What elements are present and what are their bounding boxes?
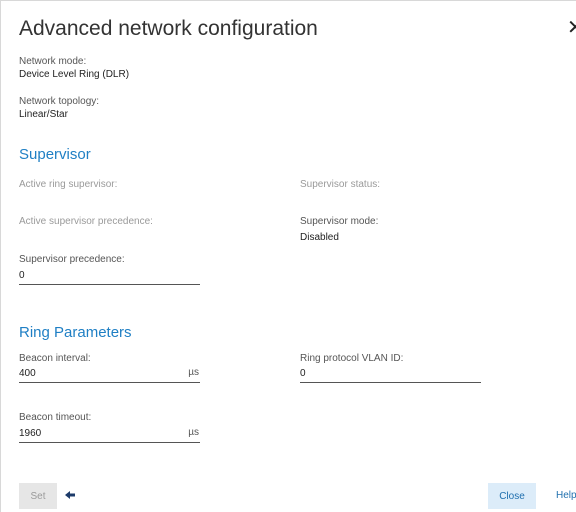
- network-topology-value: Linear/Star: [19, 109, 68, 120]
- arrow-left-icon[interactable]: [64, 488, 76, 500]
- beacon-timeout-label: Beacon timeout:: [19, 412, 92, 423]
- supervisor-status-label: Supervisor status:: [300, 179, 381, 190]
- beacon-timeout-field[interactable]: µs: [19, 425, 200, 443]
- active-ring-supervisor-label: Active ring supervisor:: [19, 179, 118, 190]
- ring-parameters-heading: Ring Parameters: [19, 324, 132, 341]
- active-supervisor-precedence-label: Active supervisor precedence:: [19, 216, 153, 227]
- beacon-timeout-input[interactable]: [19, 425, 169, 441]
- beacon-interval-field[interactable]: µs: [19, 365, 200, 383]
- set-button[interactable]: Set: [19, 483, 57, 509]
- advanced-network-dialog: Advanced network configuration ✕ Network…: [0, 0, 576, 512]
- network-mode-label: Network mode:: [19, 56, 87, 67]
- supervisor-precedence-label: Supervisor precedence:: [19, 254, 125, 265]
- network-topology-label: Network topology:: [19, 96, 100, 107]
- ring-vlan-id-input[interactable]: [300, 365, 450, 381]
- ring-vlan-id-label: Ring protocol VLAN ID:: [300, 353, 404, 364]
- supervisor-mode-label: Supervisor mode:: [300, 216, 379, 227]
- close-icon[interactable]: ✕: [567, 18, 576, 38]
- beacon-interval-unit: µs: [188, 367, 199, 378]
- dialog-title: Advanced network configuration: [19, 17, 318, 40]
- help-link[interactable]: Help: [556, 483, 576, 509]
- close-button[interactable]: Close: [488, 483, 536, 509]
- ring-vlan-id-field[interactable]: [300, 365, 481, 383]
- supervisor-heading: Supervisor: [19, 146, 91, 163]
- beacon-interval-input[interactable]: [19, 365, 169, 381]
- beacon-timeout-unit: µs: [188, 427, 199, 438]
- supervisor-precedence-field[interactable]: [19, 267, 200, 285]
- supervisor-mode-value: Disabled: [300, 232, 339, 243]
- supervisor-precedence-input[interactable]: [19, 267, 169, 283]
- network-mode-value: Device Level Ring (DLR): [19, 69, 130, 80]
- beacon-interval-label: Beacon interval:: [19, 353, 91, 364]
